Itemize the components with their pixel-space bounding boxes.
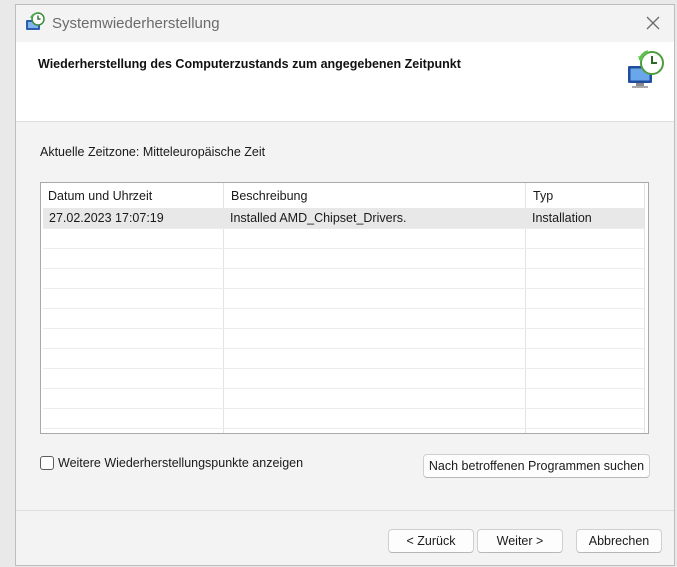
show-more-restore-points-option[interactable]: Weitere Wiederherstellungspunkte anzeige… [40,456,303,470]
column-header-date-label: Datum und Uhrzeit [48,189,153,203]
window-title: Systemwiederherstellung [52,15,220,32]
row-gridline [43,308,644,309]
row-gridline [43,328,644,329]
footer-divider [16,510,674,511]
system-restore-window: Systemwiederherstellung Wiederherstellun… [15,4,675,566]
column-divider [644,183,645,433]
column-header-type[interactable]: Typ [526,183,646,207]
column-header-description-label: Beschreibung [231,189,308,203]
row-gridline [43,368,644,369]
timezone-label: Aktuelle Zeitzone: Mitteleuropäische Zei… [40,145,266,159]
row-gridline [43,408,644,409]
close-icon [646,16,660,30]
system-restore-computer-icon [624,48,668,92]
show-more-restore-points-checkbox[interactable] [40,456,54,470]
close-button[interactable] [638,9,668,37]
row-gridline [43,288,644,289]
scan-affected-programs-button[interactable]: Nach betroffenen Programmen suchen [423,454,650,478]
show-more-restore-points-label: Weitere Wiederherstellungspunkte anzeige… [58,456,304,470]
table-cell-date: 27.02.2023 17:07:19 [49,211,164,225]
row-gridline [43,428,644,429]
column-header-date[interactable]: ⌄ Datum und Uhrzeit [41,183,224,207]
cancel-button[interactable]: Abbrechen [576,529,662,553]
wizard-header: Wiederherstellung des Computerzustands z… [16,42,674,122]
list-header: ⌄ Datum und Uhrzeit Beschreibung Typ [41,183,648,207]
sort-chevron-icon: ⌄ [129,188,137,198]
title-bar[interactable]: Systemwiederherstellung [16,5,674,42]
row-gridline [43,248,644,249]
next-button[interactable]: Weiter > [477,529,563,553]
system-restore-icon [24,12,46,34]
column-header-type-label: Typ [533,189,554,203]
column-header-description[interactable]: Beschreibung [224,183,526,207]
row-gridline [43,228,644,229]
table-cell-description: Installed AMD_Chipset_Drivers. [230,211,407,225]
restore-points-list[interactable]: ⌄ Datum und Uhrzeit Beschreibung Typ 27.… [40,182,649,434]
row-gridline [43,268,644,269]
table-cell-type: Installation [532,211,592,225]
row-gridline [43,388,644,389]
row-gridline [43,348,644,349]
page-title: Wiederherstellung des Computerzustands z… [38,57,461,71]
back-button[interactable]: < Zurück [388,529,474,553]
